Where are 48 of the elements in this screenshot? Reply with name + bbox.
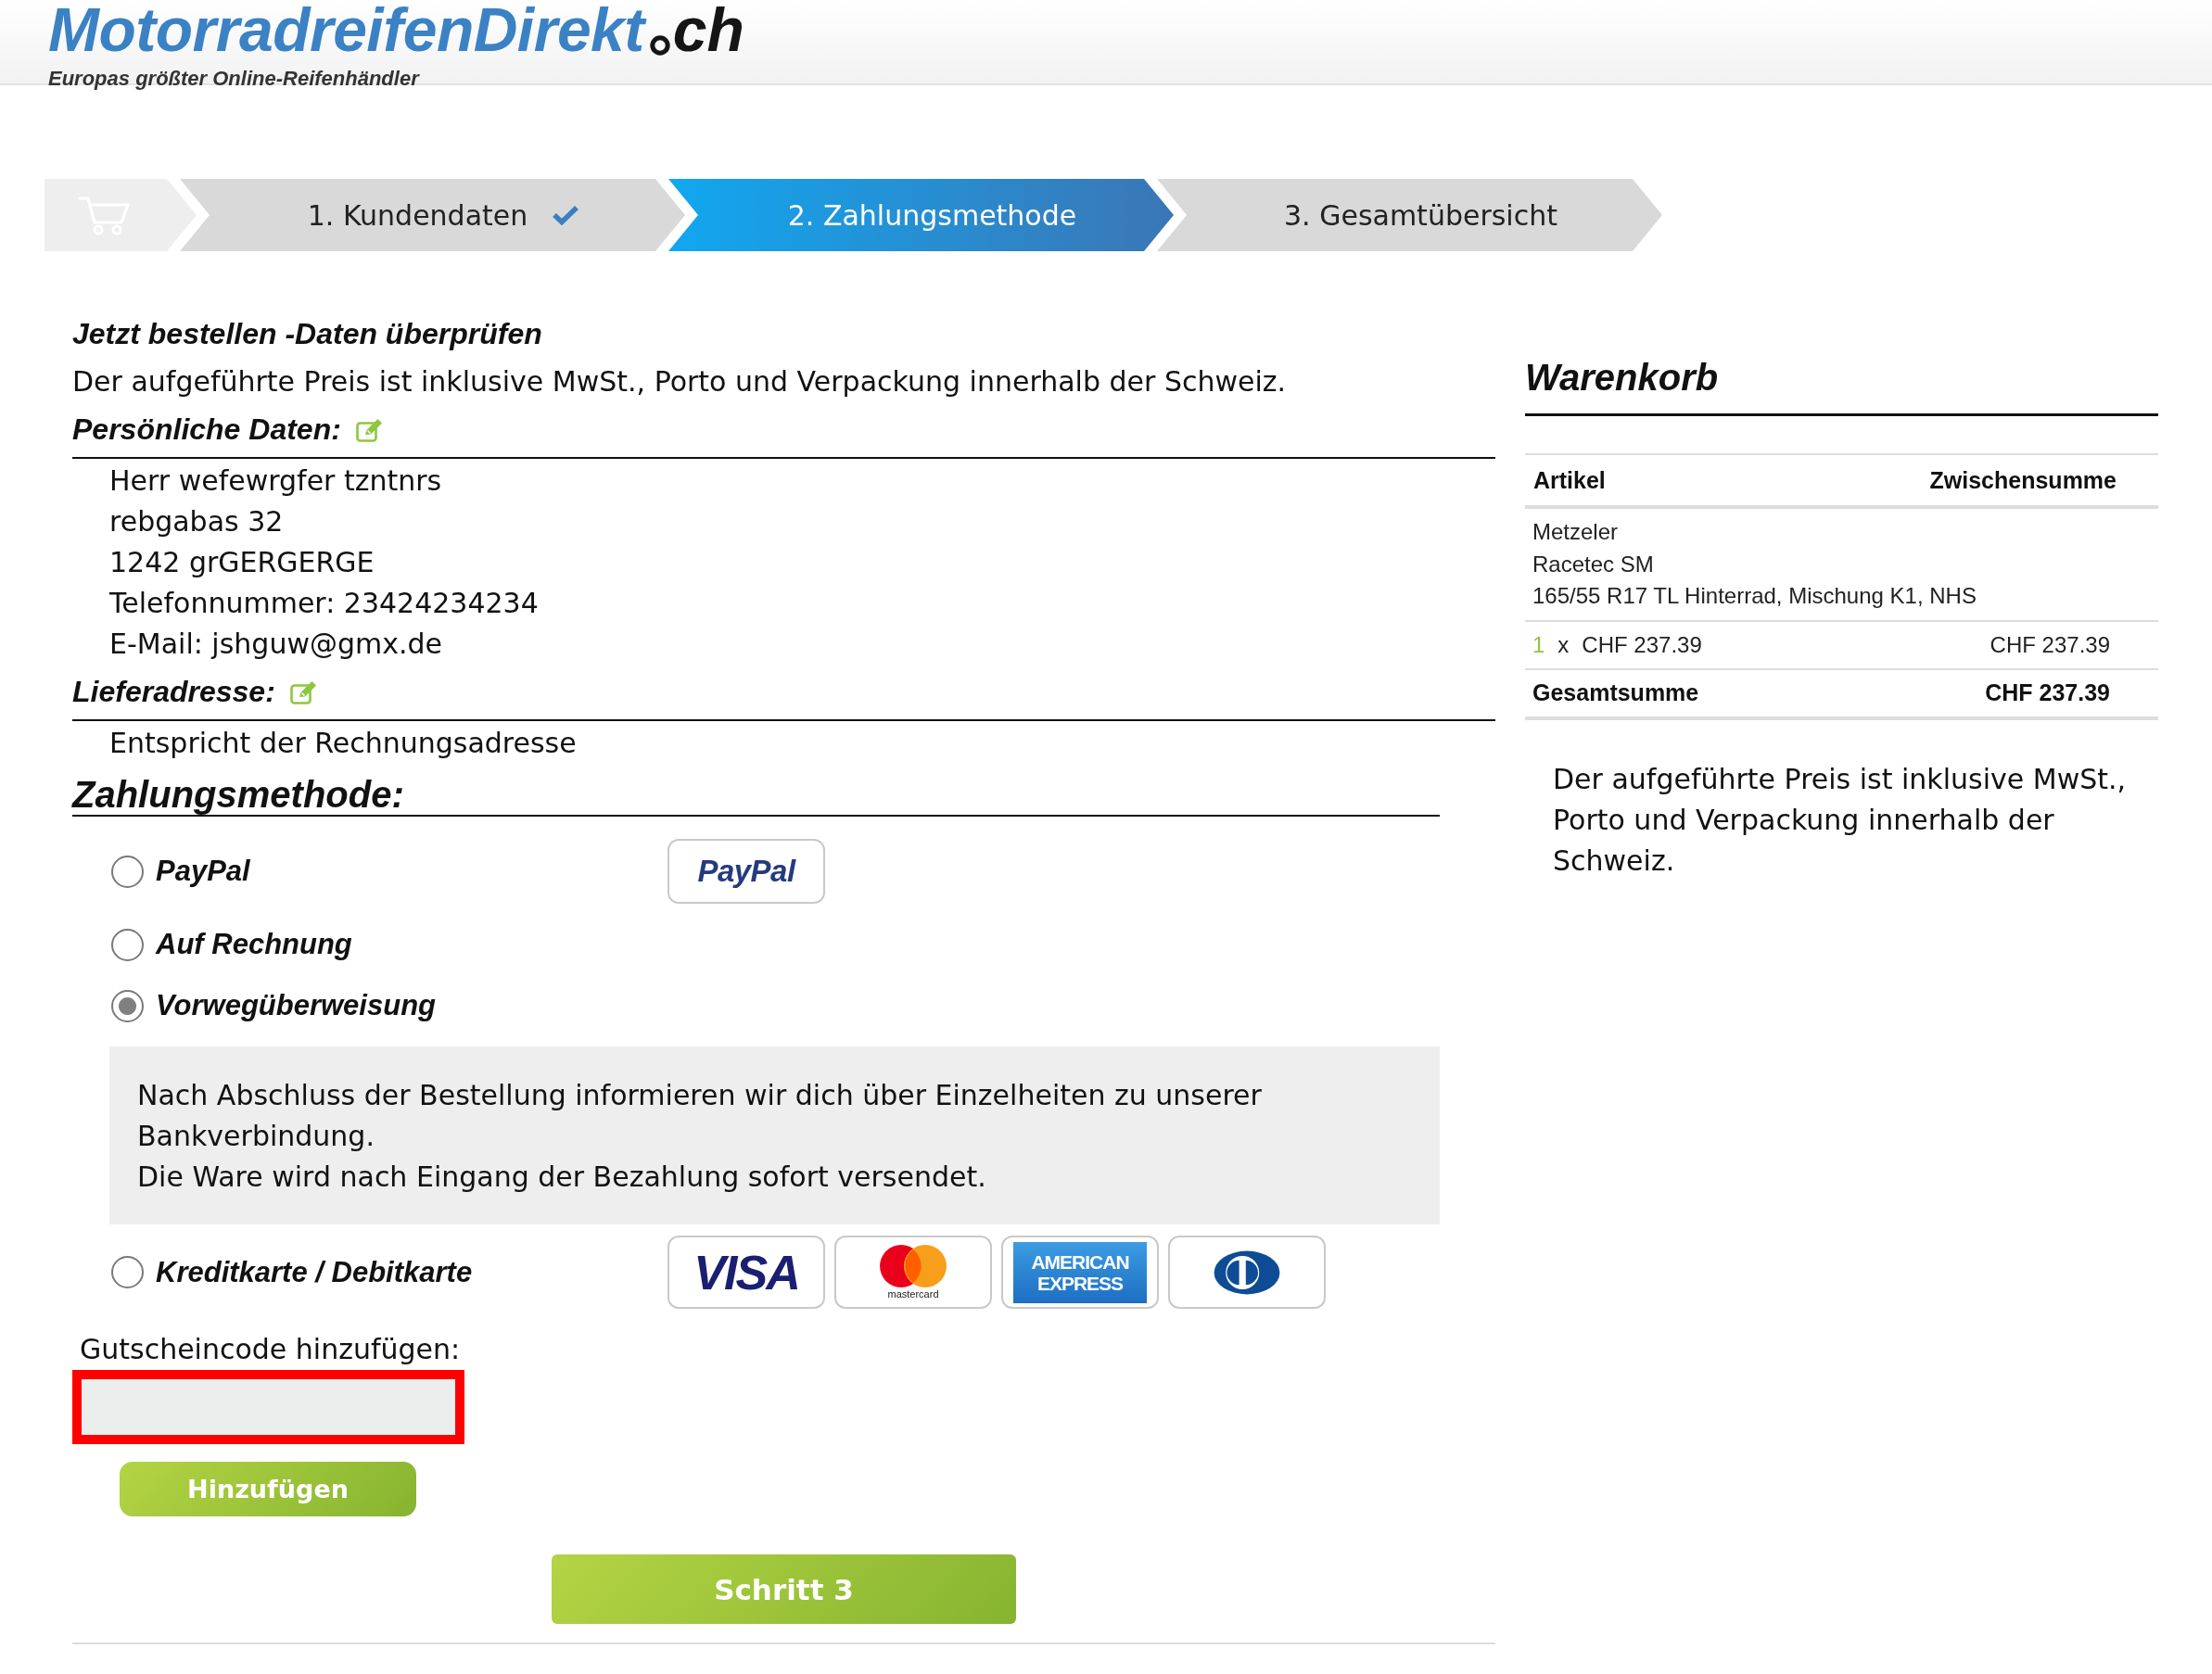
price-note: Der aufgeführte Preis ist inklusive MwSt., Porto und Verpackung innerhalb der Schweiz. — [1553, 761, 2128, 879]
logo-caption: mastercard — [887, 1288, 939, 1300]
section-heading: Zahlungsmethode: — [72, 774, 1440, 817]
radio-button[interactable] — [111, 928, 144, 961]
times-sign: x — [1557, 631, 1570, 658]
address-line: rebgabas 32 — [109, 504, 285, 539]
checkout-step[interactable]: 2. Zahlungsmethode — [668, 179, 1174, 251]
address-line: Telefonnummer: 23424234234 — [109, 586, 540, 621]
column-header: Zwischensumme — [1929, 466, 2117, 494]
address-line: Herr wefewrgfer tzntnrs — [109, 463, 443, 499]
ring-icon — [649, 35, 670, 56]
column-header: Artikel — [1533, 466, 1606, 494]
info-text: Nach Abschluss der Bestellung informieren wir dich über Einzelheiten zu unserer Bankverbindung. — [137, 1078, 1263, 1154]
address-line: E-Mail: jshguw@gmx.de — [109, 627, 443, 662]
address-line: Entspricht der Rechnungsadresse — [109, 726, 578, 761]
amex-logo: AMERICAN EXPRESS — [1001, 1236, 1159, 1309]
line-subtotal: CHF 237.39 — [1990, 631, 2110, 658]
overlapping-circles-icon — [880, 1245, 947, 1287]
price-note: Der aufgeführte Preis ist inklusive MwSt., Porto und Verpackung innerhalb der Schweiz. — [72, 364, 1288, 399]
section-heading: Jetzt bestellen -Daten überprüfen — [72, 316, 542, 352]
paypal-logo: PayPal — [667, 839, 825, 904]
option-label[interactable]: PayPal — [156, 851, 250, 892]
checkout-step[interactable]: 3. Gesamtübersicht — [1157, 179, 1662, 251]
cart-title: Warenkorb — [1525, 354, 2158, 416]
coupon-label: Gutscheincode hinzufügen: — [80, 1332, 461, 1367]
product-text: Racetec SM — [1532, 550, 1655, 578]
unit-price: CHF 237.39 — [1582, 631, 1702, 658]
total-value: CHF 237.39 — [1985, 679, 2110, 706]
address-line: 1242 grGERGERGE — [109, 545, 375, 580]
checkout-step[interactable]: 1. Kundendaten — [180, 179, 685, 251]
quantity: 1 — [1532, 631, 1545, 658]
coupon-field[interactable] — [72, 1370, 464, 1444]
info-text: Die Ware wird nach Eingang der Bezahlung sofort versendet. — [137, 1160, 987, 1195]
option-label[interactable]: Auf Rechnung — [156, 924, 352, 965]
section-heading: Persönliche Daten: — [72, 412, 341, 448]
option-label[interactable]: Vorwegüberweisung — [156, 985, 436, 1026]
total-label: Gesamtsumme — [1532, 679, 1699, 706]
radio-button[interactable] — [111, 1256, 144, 1288]
product-text: Metzeler — [1532, 518, 1620, 546]
radio-button[interactable] — [111, 989, 144, 1022]
logo-text[interactable]: ch — [672, 0, 744, 59]
product-text: 165/55 R17 TL Hinterrad, Mischung K1, NHS — [1532, 582, 1977, 610]
section-heading: Lieferadresse: — [72, 674, 275, 710]
logo-tagline: Europas größter Online-Reifenhändler — [48, 68, 419, 90]
option-label[interactable]: Kreditkarte / Debitkarte — [156, 1251, 473, 1293]
radio-button[interactable] — [111, 855, 144, 888]
visa-logo: VISA — [667, 1236, 825, 1309]
split-circle-icon — [1212, 1249, 1282, 1295]
